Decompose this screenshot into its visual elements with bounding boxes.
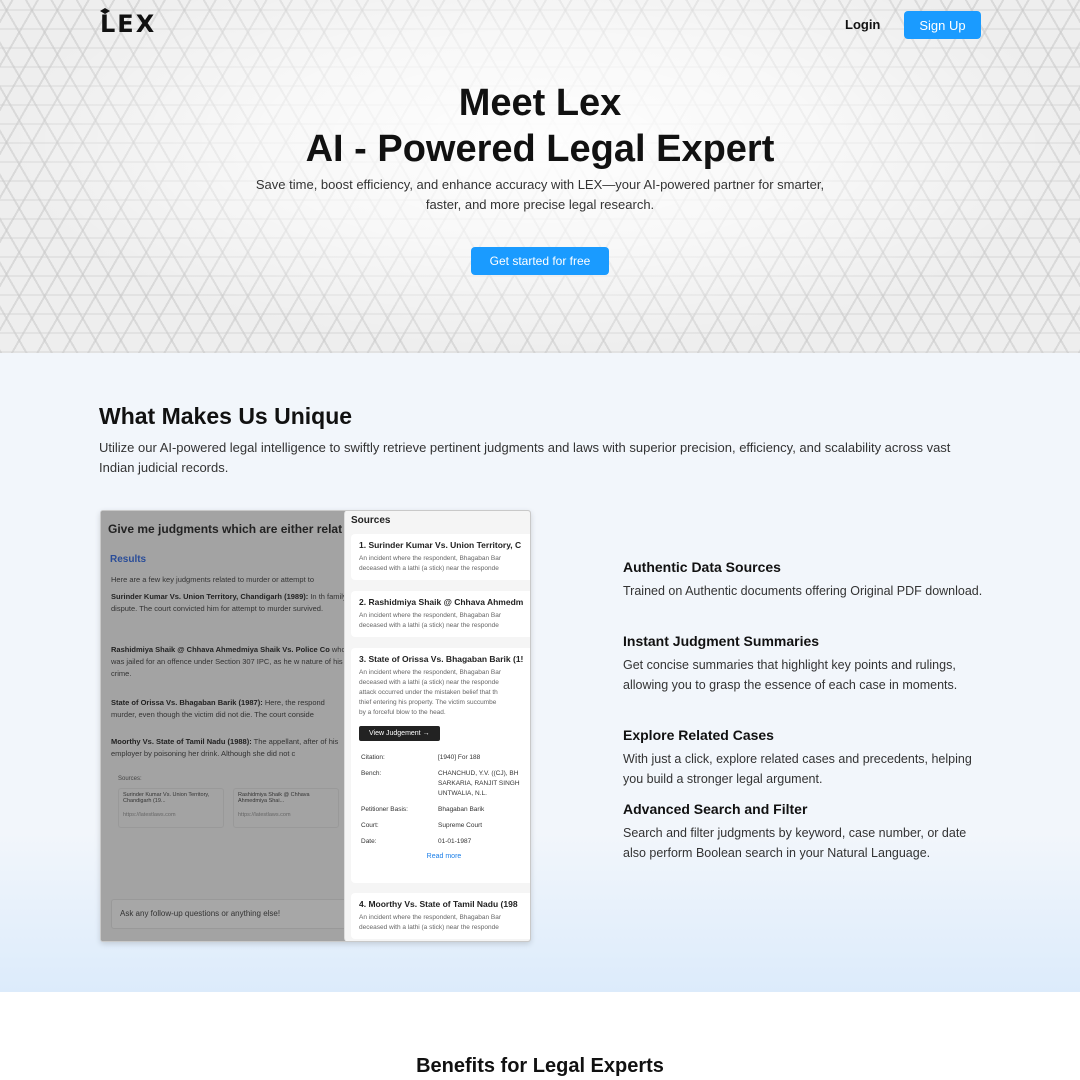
hero-title-line1: Meet Lex [458,82,622,124]
hero-subtitle: Save time, boost efficiency, and enhance… [255,177,825,212]
feature-title: Instant Judgment Summaries [623,633,820,649]
section-description: Utilize our AI-powered legal intelligenc… [99,440,951,475]
result-paragraph: Rashidmiya Shaik @ Chhava Ahmedmiya Shai… [111,644,351,680]
login-link[interactable]: Login [845,17,880,32]
feature-title: Authentic Data Sources [623,559,781,575]
source-item-snippet: An incident where the respondent, Bhagab… [359,669,502,716]
source-item[interactable]: 1. Surinder Kumar Vs. Union Territory, C… [351,534,530,580]
source-card[interactable]: Surinder Kumar Vs. Union Territory, Chan… [118,788,224,828]
arrow-right-icon: → [422,730,430,737]
source-item-title: 1. Surinder Kumar Vs. Union Territory, C [359,540,522,550]
source-card-title: Surinder Kumar Vs. Union Territory, Chan… [123,792,210,804]
hero-title-line2: AI - Powered Legal Expert [305,128,775,170]
feature-item: Instant Judgment Summaries Get concise s… [623,633,983,695]
benefits-title: Benefits for Legal Experts [416,1055,664,1077]
read-more-link[interactable]: Read more [359,853,529,860]
results-label: Results [110,554,147,565]
source-item-title: 3. State of Orissa Vs. Bhagaban Barik (1… [359,654,524,664]
source-item[interactable]: 2. Rashidmiya Shaik @ Chhava Ahmedm An i… [351,591,530,637]
source-card-url: https://latestlaws.com [123,812,176,818]
result-paragraph: Moorthy Vs. State of Tamil Nadu (1988): … [111,736,351,760]
logo-text: LEX [100,10,157,38]
source-card[interactable]: Rashidmiya Shaik @ Chhava Ahmedmiya Shai… [233,788,339,828]
source-item-snippet: An incident where the respondent, Bhagab… [359,914,502,931]
result-paragraph: Surinder Kumar Vs. Union Territory, Chan… [111,591,351,615]
source-card-title: Rashidmiya Shaik @ Chhava Ahmedmiya Shai… [238,792,310,804]
view-judgement-button[interactable]: View Judgement → [359,726,440,741]
source-item-title: 2. Rashidmiya Shaik @ Chhava Ahmedm [359,597,524,607]
unique-section: What Makes Us Unique Utilize our AI-powe… [0,353,1080,992]
hero-title: Meet Lex AI - Powered Legal Expert [0,80,1080,172]
logo[interactable]: LEX [100,8,157,38]
feature-item: Explore Related Cases With just a click,… [623,727,983,789]
feature-title: Advanced Search and Filter [623,801,808,817]
judgement-meta: Citation: [1940] For 188 Bench: CHANCHUD, … [361,754,520,845]
feature-description: Search and filter judgments by keyword, … [623,826,967,860]
feature-item: Advanced Search and Filter Search and fi… [623,801,983,863]
source-item[interactable]: 4. Moorthy Vs. State of Tamil Nadu (198 … [351,893,530,939]
feature-description: Get concise summaries that highlight key… [623,658,958,692]
result-title: Rashidmiya Shaik @ Chhava Ahmedmiya Shai… [111,645,330,654]
signup-button[interactable]: Sign Up [904,11,981,39]
results-intro: Here are a few key judgments related to … [111,575,315,584]
source-item-snippet: An incident where the respondent, Bhagab… [359,555,502,572]
feature-description: With just a click, explore related cases… [623,752,972,786]
sources-header: Sources [351,515,391,526]
result-paragraph: State of Orissa Vs. Bhagaban Barik (1987… [111,697,351,721]
source-item-snippet: An incident where the respondent, Bhagab… [359,612,502,629]
chat-question: Give me judgments which are either relat [108,522,343,536]
feature-title: Explore Related Cases [623,727,774,743]
chat-panel: Give me judgments which are either relat… [101,511,361,941]
feature-item: Authentic Data Sources Trained on Authen… [623,559,983,602]
app-screenshot: Give me judgments which are either relat… [100,510,531,942]
hero-section: LEX Login Sign Up Meet Lex AI - Powered … [0,0,1080,353]
follow-up-input[interactable]: Ask any follow-up questions or anything … [111,899,351,929]
feature-description: Trained on Authentic documents offering … [623,584,983,598]
result-title: Surinder Kumar Vs. Union Territory, Chan… [111,592,309,601]
result-title: State of Orissa Vs. Bhagaban Barik (1987… [111,698,263,707]
source-card-url: https://latestlaws.com [238,812,291,818]
section-title: What Makes Us Unique [99,403,353,429]
result-title: Moorthy Vs. State of Tamil Nadu (1988): [111,737,252,746]
source-item-title: 4. Moorthy Vs. State of Tamil Nadu (198 [359,899,518,909]
sources-panel: Sources 1. Surinder Kumar Vs. Union Terr… [344,511,530,941]
sources-label: Sources: [118,776,142,782]
get-started-button[interactable]: Get started for free [471,247,609,275]
source-item-expanded[interactable]: 3. State of Orissa Vs. Bhagaban Barik (1… [351,648,530,883]
